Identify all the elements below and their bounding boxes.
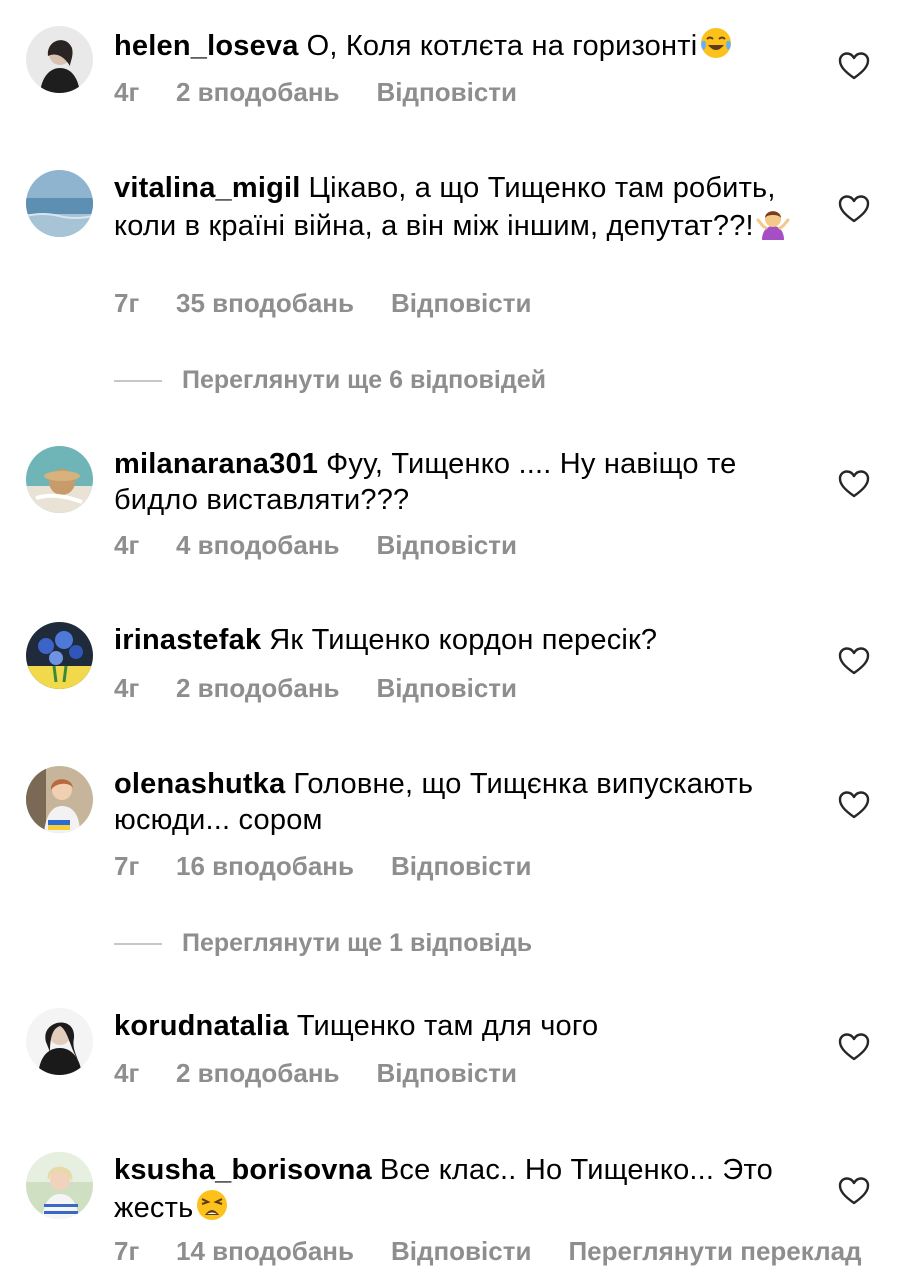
comment-meta: 4г 4 вподобань Відповісти <box>114 530 517 561</box>
tears-of-joy-emoji <box>699 26 733 60</box>
comment-time: 7г <box>114 851 140 881</box>
comment-likes[interactable]: 14 вподобань <box>176 1236 354 1267</box>
like-heart-icon[interactable] <box>838 469 870 499</box>
avatar[interactable] <box>26 1008 93 1075</box>
reply-button[interactable]: Відповісти <box>377 530 517 561</box>
comment-time: 4г <box>114 1058 140 1088</box>
reply-button[interactable]: Відповісти <box>391 288 531 319</box>
comment-meta: 4г 2 вподобань Відповісти <box>114 673 517 704</box>
like-heart-icon[interactable] <box>838 1032 870 1062</box>
comment-username[interactable]: ksusha_borisovna <box>114 1154 372 1186</box>
comment-body: olenashutka Головне, що Тищєнка випускают… <box>114 766 804 838</box>
reply-button[interactable]: Відповісти <box>391 1236 531 1267</box>
comment-time: 7г <box>114 288 140 318</box>
like-heart-icon[interactable] <box>838 51 870 81</box>
comment-username[interactable]: milanarana301 <box>114 448 318 480</box>
comment-meta: 7г 14 вподобань Відповісти Переглянути пере… <box>114 1236 862 1267</box>
like-heart-icon[interactable] <box>838 790 870 820</box>
comment-likes[interactable]: 2 вподобань <box>176 1058 340 1089</box>
comment-meta: 7г 16 вподобань Відповісти <box>114 851 531 882</box>
comment-body: helen_loseva О, Коля котлєта на горизонті <box>114 26 804 64</box>
comment-username[interactable]: olenashutka <box>114 768 285 800</box>
comment-meta: 4г 2 вподобань Відповісти <box>114 77 517 108</box>
comment-username[interactable]: vitalina_migil <box>114 172 301 204</box>
comments-list: helen_loseva О, Коля котлєта на горизонті… <box>0 0 915 1280</box>
comment-likes[interactable]: 4 вподобань <box>176 530 340 561</box>
comment-username[interactable]: helen_loseva <box>114 30 299 62</box>
comment-body: vitalina_migil Цікаво, а що Тищенко там р… <box>114 170 804 244</box>
comment-username[interactable]: irinastefak <box>114 624 261 656</box>
shrug-emoji <box>756 206 790 240</box>
comment-time: 4г <box>114 673 140 703</box>
comment-body: korudnatalia Тищенко там для чого <box>114 1008 804 1044</box>
reply-button[interactable]: Відповісти <box>391 851 531 882</box>
view-replies-label: Переглянути ще 6 відповідей <box>182 366 546 394</box>
comment-time: 4г <box>114 530 140 560</box>
reply-button[interactable]: Відповісти <box>377 77 517 108</box>
comment-likes[interactable]: 2 вподобань <box>176 673 340 704</box>
comment-body: irinastefak Як Тищенко кордон пересік? <box>114 622 804 658</box>
like-heart-icon[interactable] <box>838 1176 870 1206</box>
avatar[interactable] <box>26 26 93 93</box>
avatar[interactable] <box>26 446 93 513</box>
comment-body: milanarana301 Фуу, Тищенко .... Ну навіщо… <box>114 446 804 518</box>
reply-button[interactable]: Відповісти <box>377 673 517 704</box>
view-replies-button[interactable]: Переглянути ще 1 відповідь <box>114 929 532 959</box>
weary-emoji <box>195 1188 229 1222</box>
comment-username[interactable]: korudnatalia <box>114 1010 289 1042</box>
reply-button[interactable]: Відповісти <box>377 1058 517 1089</box>
avatar[interactable] <box>26 1152 93 1219</box>
avatar[interactable] <box>26 622 93 689</box>
comment-likes[interactable]: 2 вподобань <box>176 77 340 108</box>
like-heart-icon[interactable] <box>838 646 870 676</box>
view-replies-label: Переглянути ще 1 відповідь <box>182 929 533 957</box>
comment-body: ksusha_borisovna Все клас.. Но Тищенко...… <box>114 1152 804 1226</box>
comment-text: Як Тищенко кордон пересік? <box>269 624 658 656</box>
comment-likes[interactable]: 16 вподобань <box>176 851 354 882</box>
comment-meta: 7г 35 вподобань Відповісти <box>114 288 531 319</box>
avatar[interactable] <box>26 766 93 833</box>
comment-likes[interactable]: 35 вподобань <box>176 288 354 319</box>
comment-time: 7г <box>114 1236 140 1266</box>
translate-button[interactable]: Переглянути переклад <box>568 1236 861 1267</box>
divider-line <box>114 380 162 383</box>
view-replies-button[interactable]: Переглянути ще 6 відповідей <box>114 366 546 396</box>
avatar[interactable] <box>26 170 93 237</box>
comment-meta: 4г 2 вподобань Відповісти <box>114 1058 517 1089</box>
comment-text: Тищенко там для чого <box>296 1010 599 1042</box>
divider-line <box>114 943 162 946</box>
comment-time: 4г <box>114 77 140 107</box>
like-heart-icon[interactable] <box>838 194 870 224</box>
comment-text: О, Коля котлєта на горизонті <box>306 30 698 62</box>
